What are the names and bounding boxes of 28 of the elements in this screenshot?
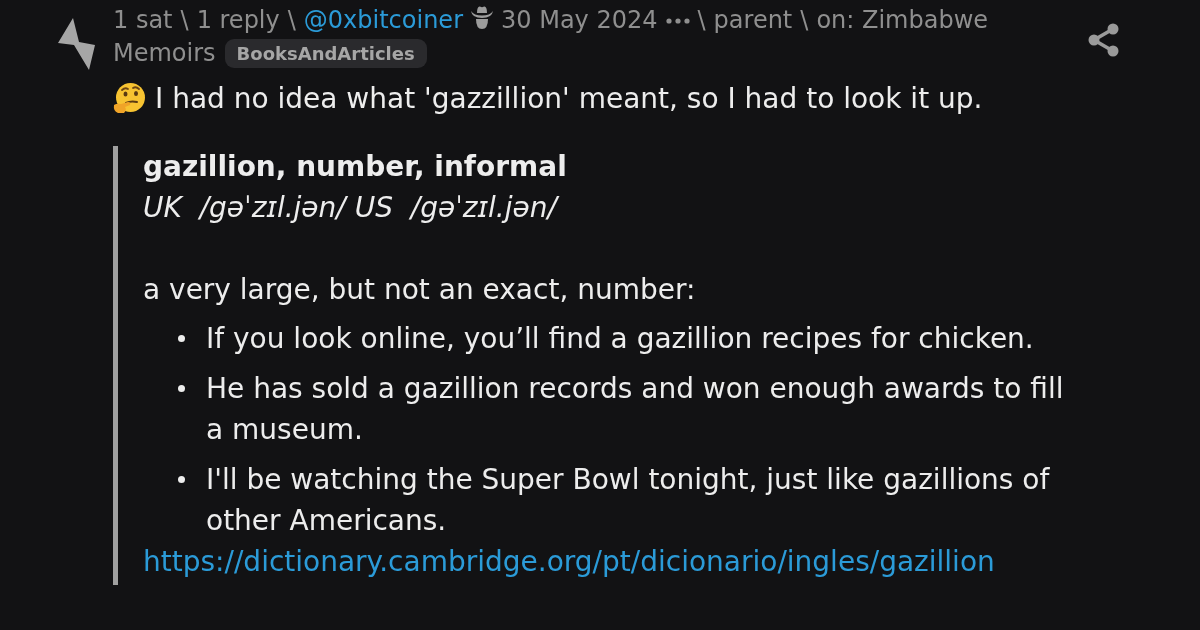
meta-link[interactable]: 1 reply [196,4,280,37]
cowboy-hat-icon [471,5,493,30]
territory-tag[interactable]: BooksAndArticles [224,39,427,68]
share-icon[interactable] [1088,23,1119,57]
comment-text: I had no idea what 'gazzillion' meant, so I had to look it up. [155,81,983,117]
entry-title: gazillion, number, informal [143,149,568,185]
meta-link[interactable]: Memoirs [113,37,216,70]
bullet-icon [178,385,185,392]
separator: \ [697,5,706,36]
example-sentence: He has sold a gazillion records and won enough awards to fill a museum. [206,371,1065,448]
example-sentence: I'll be watching the Super Bowl tonight, just like gazillions of other Americans. [206,462,1051,539]
bullet-icon [178,476,185,483]
meta-link[interactable]: on: Zimbabwe [816,4,989,37]
definition-text: a very large, but not an exact, number: [143,272,697,308]
meta-link[interactable]: 30 May 2024 [501,4,658,37]
bullet-icon [178,335,185,342]
author-link[interactable]: @0xbitcoiner [303,4,463,37]
bolt-icon[interactable] [58,18,96,70]
more-icon[interactable] [665,17,690,24]
separator: \ [287,5,296,36]
source-link[interactable]: https://dictionary.cambridge.org/pt/dicionario/ingles/gazillion [143,541,995,582]
thinking-face-icon [113,83,146,114]
example-sentence: If you look online, you’ll find a gazillion recipes for chicken. [206,321,1035,357]
separator: \ [180,5,189,36]
separator: \ [800,5,809,36]
meta-link[interactable]: parent [713,4,793,37]
pronunciation-text: UK /gəˈzɪl.jən/ US /gəˈzɪl.jən/ [143,187,1075,228]
meta-text: 1 sat [113,5,173,36]
